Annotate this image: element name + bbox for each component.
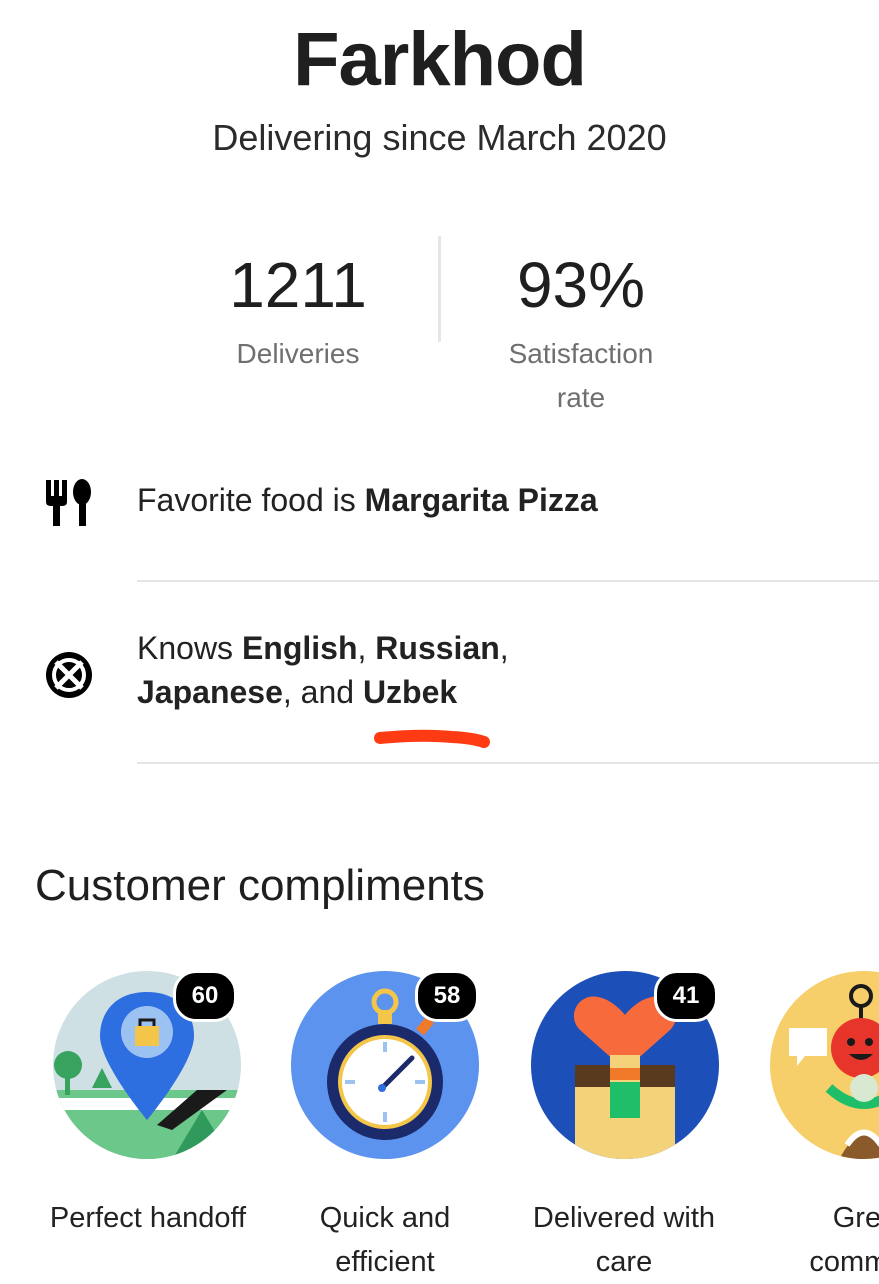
satisfaction-label-line1: Satisfaction [508,338,654,369]
language-russian: Russian [375,630,500,666]
divider [137,580,879,582]
language-sep: , [357,630,376,666]
stats-divider [438,236,441,342]
compliment-label: Delivered with [532,1202,716,1234]
utensils-icon [44,478,94,528]
compliment-count-badge: 60 [173,970,237,1022]
compliment-count-badge: 58 [415,970,479,1022]
language-english: English [241,630,358,666]
compliment-label: commun [809,1246,879,1278]
stat-deliveries: 1211 Deliveries [198,250,398,376]
tomato-chat-icon [769,970,879,1160]
language-sep: , and [282,674,363,710]
favorite-food-text: Favorite food is Margarita Pizza [137,478,857,522]
compliments-title: Customer compliments [35,861,485,910]
language-globe-icon [44,650,94,700]
compliment-great-communication[interactable]: Grea commun [750,960,879,1280]
highlight-underline-annotation [372,726,492,756]
compliment-label: Grea [832,1202,879,1234]
compliment-delivered-with-care[interactable]: 41 Delivered with care [510,960,750,1280]
deliveries-value: 1211 [229,249,367,321]
delivering-since: Delivering since March 2020 [212,117,667,158]
languages-prefix: Knows [137,630,242,666]
compliment-label: efficient [335,1246,435,1278]
compliment-perfect-handoff[interactable]: 60 Perfect handoff [30,960,270,1280]
compliment-label: Perfect handoff [49,1202,247,1234]
compliment-quick-efficient[interactable]: 58 Quick and efficient [270,960,510,1280]
compliment-label: care [595,1246,653,1278]
deliveries-label: Deliveries [236,338,360,369]
favorite-food-prefix: Favorite food is [137,482,365,518]
language-japanese: Japanese [137,674,283,710]
stat-satisfaction: 93% Satisfaction rate [461,250,701,420]
compliment-label: Quick and [319,1202,451,1234]
favorite-food-value: Margarita Pizza [364,482,598,518]
satisfaction-value: 93% [516,249,646,321]
satisfaction-label-line2: rate [556,382,606,413]
languages-text: Knows English, Russian, Japanese, and Uz… [137,626,857,714]
divider [137,762,879,764]
compliment-count-badge: 41 [654,970,718,1022]
language-uzbek: Uzbek [362,674,458,710]
language-sep: , [499,630,509,666]
driver-name: Farkhod [293,17,587,102]
